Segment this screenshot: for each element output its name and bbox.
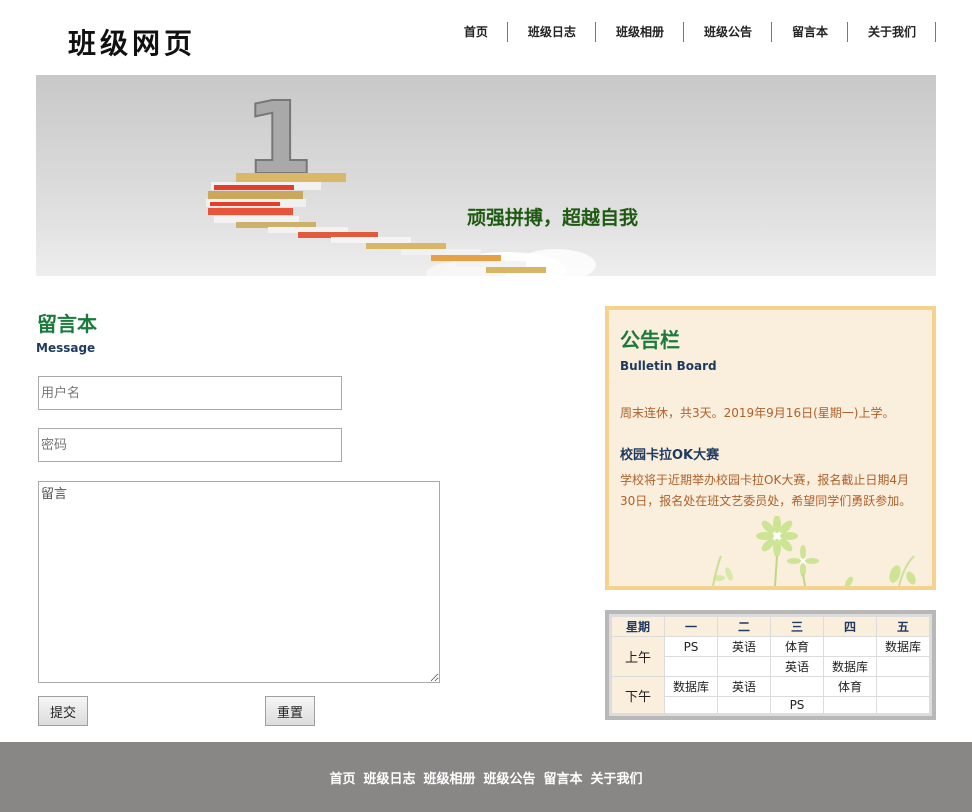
timetable-cell — [824, 637, 876, 657]
message-textarea[interactable] — [38, 481, 440, 683]
timetable-cell — [665, 697, 717, 713]
timetable-cell: 英语 — [718, 677, 770, 697]
bulletin-subtitle: Bulletin Board — [620, 359, 717, 373]
password-input[interactable] — [38, 428, 342, 462]
site-logo[interactable]: 班级网页 — [68, 22, 196, 62]
timetable-cell — [824, 697, 876, 713]
timetable-cell: 英语 — [771, 657, 823, 677]
timetable-period-pm: 下午 — [612, 677, 664, 713]
bulletin-board: 公告栏 Bulletin Board 周末连休，共3天。2019年9月16日(星… — [605, 306, 936, 590]
nav-item-about[interactable]: 关于我们 — [848, 22, 936, 42]
flower-decoration-icon — [712, 516, 916, 586]
table-row: 上午 PS 英语 体育 数据库 — [612, 637, 929, 677]
username-input[interactable] — [38, 376, 342, 410]
timetable: 星期 一 二 三 四 五 上午 PS 英语 体育 数据库 英语 数据库 下午 数… — [605, 610, 936, 720]
timetable-cell: PS — [771, 697, 823, 713]
timetable-cell — [877, 657, 929, 677]
timetable-cell — [718, 657, 770, 677]
nav-item-guestbook[interactable]: 留言本 — [772, 22, 848, 42]
timetable-cell — [771, 677, 823, 697]
timetable-cell: 英语 — [718, 637, 770, 657]
footer-link-class-album[interactable]: 班级相册 — [423, 768, 475, 787]
nav-item-class-log[interactable]: 班级日志 — [508, 22, 596, 42]
timetable-header-row: 星期 一 二 三 四 五 — [612, 617, 929, 637]
bulletin-event-title: 校园卡拉OK大赛 — [620, 448, 720, 463]
table-row: 下午 数据库 英语 体育 — [612, 677, 929, 713]
footer-link-home[interactable]: 首页 — [329, 768, 355, 787]
timetable-cell: 体育 — [771, 637, 823, 657]
timetable-cell: 体育 — [824, 677, 876, 697]
bulletin-event-text: 学校将于近期举办校园卡拉OK大赛，报名截止日期4月30日，报名处在班文艺委员处，… — [620, 473, 912, 508]
banner-slogan: 顽强拼搏，超越自我 — [467, 207, 639, 229]
footer-link-class-log[interactable]: 班级日志 — [363, 768, 415, 787]
timetable-cell — [877, 697, 929, 713]
timetable-cell — [665, 657, 717, 677]
nav-item-home[interactable]: 首页 — [464, 22, 508, 42]
hero-banner: 1 顽强拼搏，超越自我 — [36, 75, 936, 276]
nav-item-class-notice[interactable]: 班级公告 — [684, 22, 772, 42]
timetable-header: 三 — [771, 617, 823, 637]
timetable-header: 四 — [824, 617, 876, 637]
guestbook-subtitle: Message — [36, 341, 96, 355]
guestbook-title: 留言本 — [37, 312, 97, 336]
footer-nav: 首页 班级日志 班级相册 班级公告 留言本 关于我们 — [0, 742, 972, 812]
footer-link-about[interactable]: 关于我们 — [591, 768, 643, 787]
bulletin-notice: 周末连休，共3天。2019年9月16日(星期一)上学。 — [620, 406, 895, 420]
reset-button[interactable]: 重置 — [265, 696, 315, 726]
timetable-cell — [718, 697, 770, 713]
nav-item-class-album[interactable]: 班级相册 — [596, 22, 684, 42]
timetable-header: 二 — [718, 617, 770, 637]
timetable-period-am: 上午 — [612, 637, 664, 677]
top-nav: 首页 班级日志 班级相册 班级公告 留言本 关于我们 — [464, 22, 936, 42]
timetable-cell: 数据库 — [665, 677, 717, 697]
timetable-cell: 数据库 — [824, 657, 876, 677]
submit-button[interactable]: 提交 — [38, 696, 88, 726]
timetable-header: 一 — [665, 617, 717, 637]
timetable-cell: PS — [665, 637, 717, 657]
timetable-table: 星期 一 二 三 四 五 上午 PS 英语 体育 数据库 英语 数据库 下午 数… — [611, 616, 930, 714]
footer-link-guestbook[interactable]: 留言本 — [544, 768, 583, 787]
footer-link-class-notice[interactable]: 班级公告 — [484, 768, 536, 787]
timetable-cell: 数据库 — [877, 637, 929, 657]
timetable-cell — [877, 677, 929, 697]
banner-illustration: 1 — [206, 79, 596, 276]
timetable-header: 五 — [877, 617, 929, 637]
bulletin-title: 公告栏 — [620, 328, 680, 352]
timetable-header: 星期 — [612, 617, 664, 637]
